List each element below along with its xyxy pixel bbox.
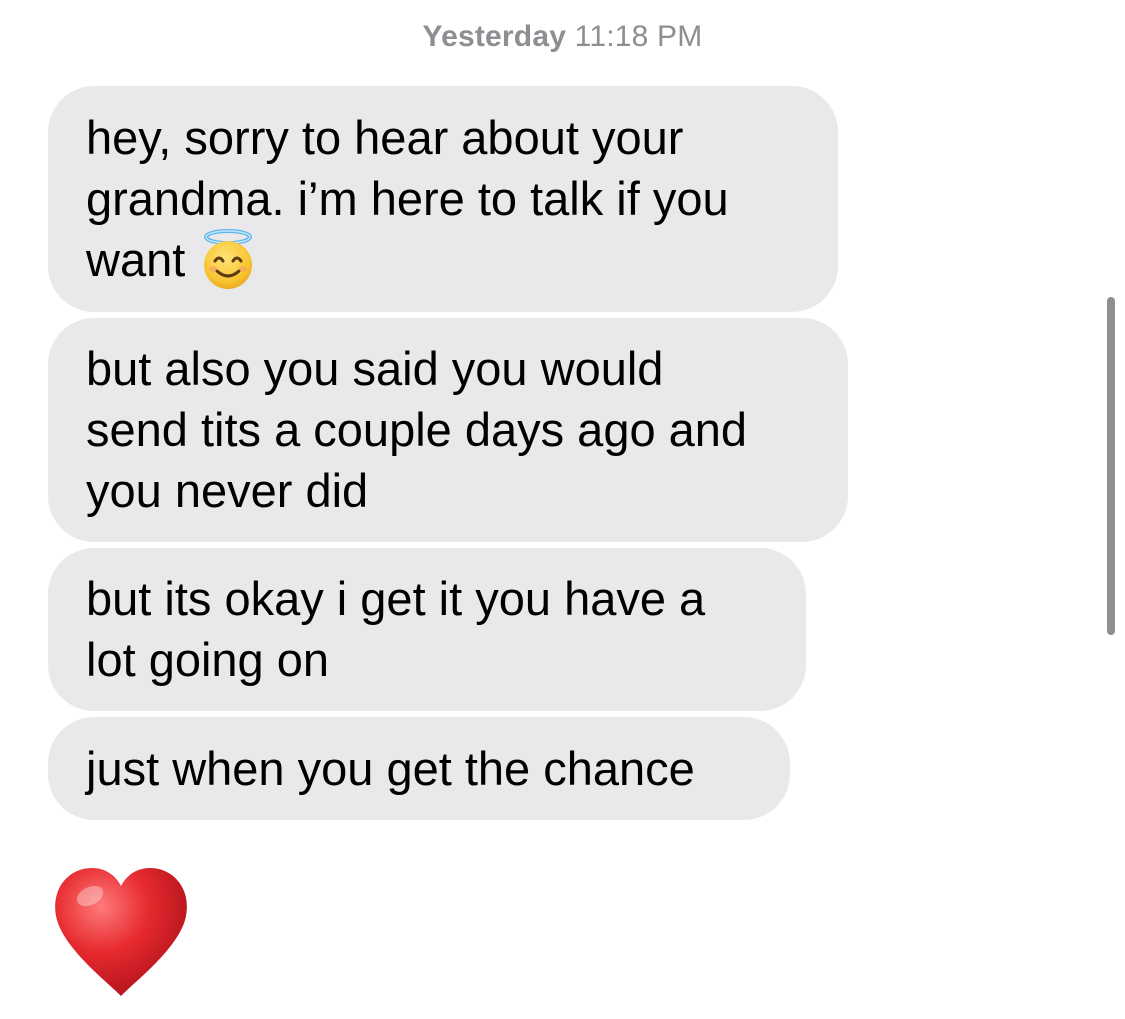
message-timestamp: Yesterday 11:18 PM (0, 20, 1125, 54)
message-line: but its okay i get it you have a (86, 572, 706, 625)
message-line: but also you said you would (86, 342, 664, 395)
message-bubble[interactable]: but its okay i get it you have a lot goi… (48, 548, 806, 711)
message-line: send tits a couple days ago and (86, 403, 748, 456)
message-line: want (86, 233, 186, 286)
message-line: hey, sorry to hear about your (86, 111, 684, 164)
message-line: just when you get the chance (86, 742, 695, 795)
message-bubble[interactable]: hey, sorry to hear about your grandma. i… (48, 86, 838, 312)
timestamp-time: 11:18 PM (574, 20, 703, 53)
message-line: grandma. i’m here to talk if you (86, 172, 729, 225)
smiling-face-with-halo-icon (204, 228, 253, 289)
message-line: you never did (86, 464, 369, 517)
red-heart-icon[interactable] (52, 864, 190, 1000)
message-line: lot going on (86, 633, 330, 686)
scrollbar[interactable] (1107, 297, 1115, 635)
message-bubble[interactable]: but also you said you would send tits a … (48, 318, 848, 542)
message-line-with-emoji: want (86, 228, 802, 291)
timestamp-day: Yesterday (422, 20, 567, 53)
message-bubble[interactable]: just when you get the chance (48, 717, 790, 820)
